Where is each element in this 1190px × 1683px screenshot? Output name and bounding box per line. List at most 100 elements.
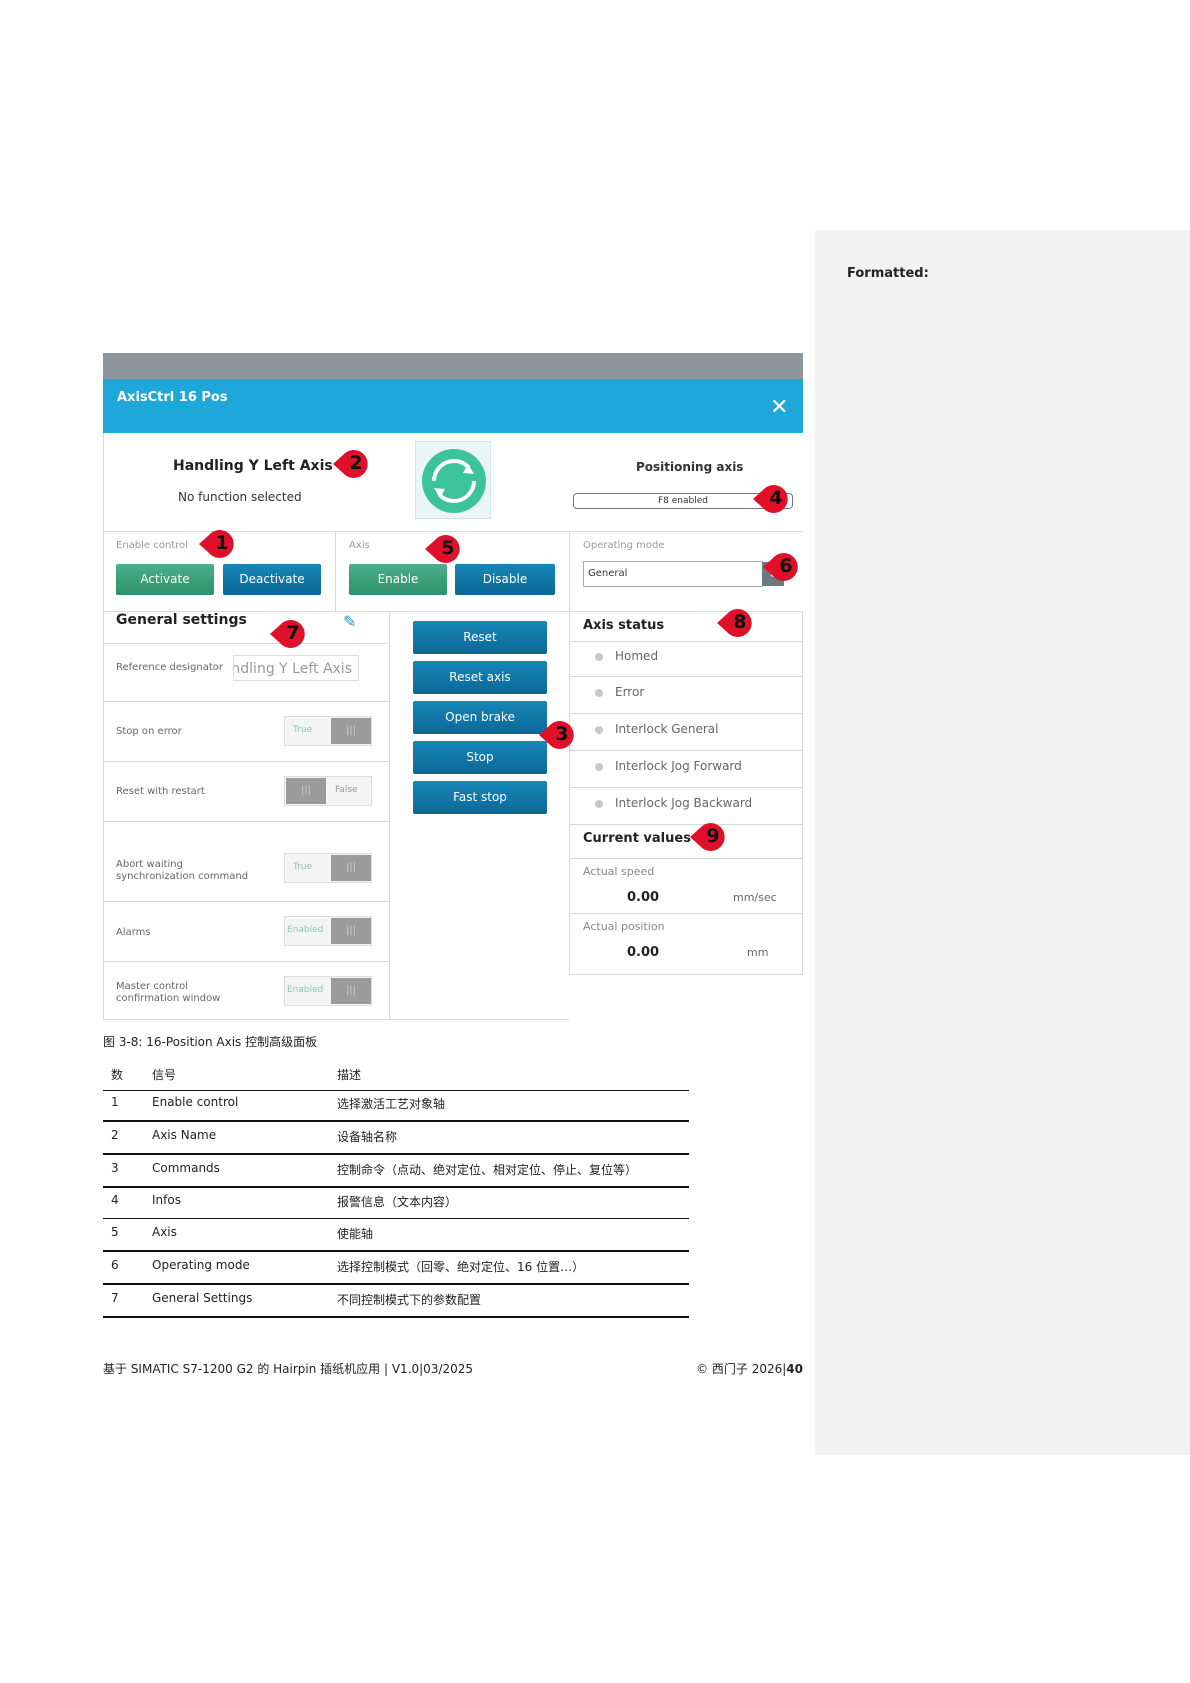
status-error: Error [615,685,645,699]
deactivate-button[interactable]: Deactivate [223,564,321,595]
fast-stop-button[interactable]: Fast stop [413,781,547,814]
reference-designator-input[interactable]: ındling Y Left Axis [233,655,359,681]
table-cell: 选择控制模式（回零、绝对定位、16 位置…） [337,1260,585,1274]
figure-caption: 图 3-8: 16-Position Axis 控制高级面板 [103,1035,318,1049]
table-rule [103,1250,689,1252]
table-cell: 使能轴 [337,1227,374,1241]
divider [569,676,803,677]
callout-5: 5 [425,534,463,564]
table-cell: 不同控制模式下的参数配置 [337,1293,482,1307]
table-cell: 选择激活工艺对象轴 [337,1097,446,1111]
reset-button[interactable]: Reset [413,621,547,654]
enable-axis-button[interactable]: Enable [349,564,447,595]
toggle-value: True [293,725,313,735]
actual-speed-value: 0.00 [627,890,660,905]
master-control-toggle[interactable]: Enabled ||| [284,976,372,1006]
axis-state-icon [415,441,491,519]
operating-mode-label: Operating mode [583,540,665,551]
status-interlock-general: Interlock General [615,722,719,736]
callout-7: 7 [270,619,308,649]
stop-button[interactable]: Stop [413,741,547,774]
reset-axis-button[interactable]: Reset axis [413,661,547,694]
comment-title: Formatted: [847,266,929,281]
divider [569,824,803,825]
axis-label: Axis [349,540,370,551]
operating-mode-value: General [588,568,628,579]
toggle-value: Enabled [287,985,324,995]
table-rule [103,1120,689,1122]
divider [103,901,389,902]
table-cell: Infos [152,1193,181,1207]
table-rule [103,1218,689,1219]
page-number: 40 [786,1362,803,1376]
toggle-knob: ||| [331,855,371,881]
open-brake-button[interactable]: Open brake [413,701,547,734]
divider [569,787,803,788]
table-cell: 4 [111,1193,119,1207]
function-text: No function selected [178,490,302,504]
footer-copyright: © 西门子 2026|40 [640,1360,803,1377]
status-homed: Homed [615,649,659,663]
pencil-icon[interactable]: ✎ [343,612,356,631]
table-cell: 1 [111,1095,119,1109]
divider [569,641,803,642]
setting-label: Stop on error [116,726,182,737]
table-cell: 3 [111,1161,119,1175]
callout-9: 9 [690,822,728,852]
axis-type: Positioning axis [636,460,744,474]
table-cell: Axis Name [152,1128,217,1142]
callout-8: 8 [717,608,755,638]
window-title: AxisCtrl 16 Pos [117,390,228,405]
toggle-knob: ||| [331,918,371,944]
actual-speed-label: Actual speed [583,865,655,878]
toggle-knob: ||| [331,978,371,1004]
table-rule [103,1090,689,1091]
disable-axis-button[interactable]: Disable [455,564,555,595]
divider [569,750,803,751]
toggle-value: False [335,785,358,795]
divider [103,961,389,962]
table-cell: 7 [111,1291,119,1305]
comment-pane: Formatted: [815,230,1190,1455]
setting-label: Master control confirmation window [116,981,221,1004]
divider [103,761,389,762]
setting-label: Reset with restart [116,786,205,797]
callout-3: 3 [539,720,577,750]
status-interlock-jog-backward: Interlock Jog Backward [615,796,753,810]
status-indicator [595,763,603,771]
table-cell: General Settings [152,1291,253,1305]
operating-mode-select[interactable]: General ⌄ [583,561,784,587]
divider [802,611,803,975]
divider [103,1019,569,1020]
close-icon[interactable]: ✕ [770,397,788,419]
stop-on-error-toggle[interactable]: True ||| [284,716,372,746]
divider [569,531,570,611]
callout-4: 4 [753,484,791,514]
table-cell: 2 [111,1128,119,1142]
divider [335,531,336,611]
alarms-toggle[interactable]: Enabled ||| [284,916,372,946]
table-cell: 报警信息（文本内容） [337,1195,458,1209]
panel-title-bar: AxisCtrl 16 Pos ✕ [103,379,803,433]
callout-2: 2 [333,449,371,479]
divider [103,821,389,822]
status-indicator [595,689,603,697]
activate-button[interactable]: Activate [116,564,214,595]
toggle-value: Enabled [287,925,324,935]
table-cell: Enable control [152,1095,239,1109]
setting-label: Alarms [116,927,151,938]
table-cell: 5 [111,1225,119,1239]
divider [103,701,389,702]
actual-position-unit: mm [747,946,769,959]
status-indicator [595,726,603,734]
table-header-desc: 描述 [337,1068,362,1082]
table-cell: Operating mode [152,1258,250,1272]
table-cell: 设备轴名称 [337,1130,398,1144]
table-cell: Axis [152,1225,177,1239]
reset-with-restart-toggle[interactable]: ||| False [284,776,372,806]
setting-label: Abort waiting synchronization command [116,859,249,882]
axis-name: Handling Y Left Axis [173,458,333,474]
abort-waiting-toggle[interactable]: True ||| [284,853,372,883]
actual-position-label: Actual position [583,920,665,933]
actual-position-value: 0.00 [627,945,660,960]
